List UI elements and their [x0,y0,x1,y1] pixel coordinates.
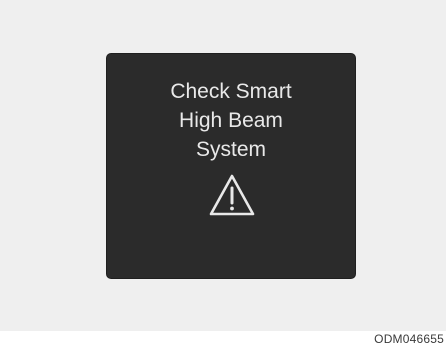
figure-code: ODM046655 [374,332,444,346]
warning-message-line-2: High Beam [179,109,283,132]
warning-message-line-1: Check Smart [170,80,292,103]
figure-background: Check Smart High Beam System [0,0,446,331]
warning-message-line-3: System [195,138,266,161]
warning-message: Check Smart High Beam System [107,77,355,164]
warning-triangle-icon [209,174,255,216]
cluster-warning-display: Check Smart High Beam System [106,53,356,279]
